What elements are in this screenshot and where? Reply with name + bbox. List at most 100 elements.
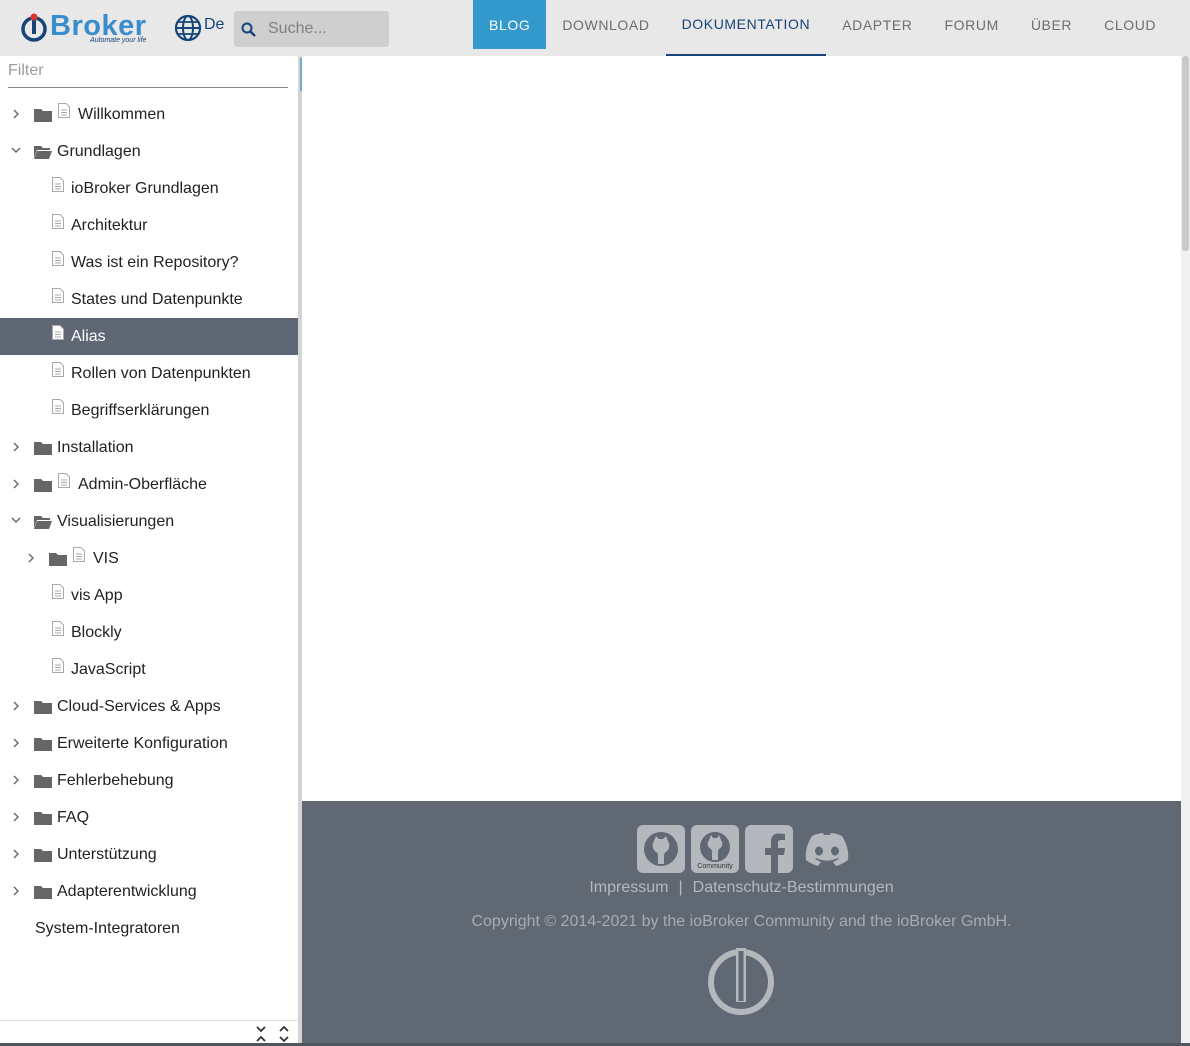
search-input[interactable] — [268, 11, 386, 47]
tree-item-label: Installation — [57, 439, 134, 456]
chevron-right-icon — [28, 553, 34, 563]
document-icon — [52, 362, 64, 377]
tree-item-label: Admin-Oberfläche — [78, 476, 207, 493]
tree-item-system-integratoren[interactable]: System-Integratoren — [0, 910, 298, 947]
filter-box — [8, 56, 288, 88]
document-icon — [52, 251, 64, 266]
search-icon — [241, 22, 256, 37]
search-box[interactable] — [234, 11, 389, 47]
nav-blog[interactable]: BLOG — [473, 0, 547, 49]
nav-forum[interactable]: FORUM — [929, 0, 1015, 49]
nav-dokumentation[interactable]: DOKUMENTATION — [665, 0, 827, 56]
tree-item-label: Willkommen — [78, 106, 166, 123]
tree-item-visualisierungen[interactable]: Visualisierungen — [0, 503, 298, 540]
document-icon — [52, 177, 64, 192]
tree-item-label: Adapterentwicklung — [57, 883, 197, 900]
folder-icon — [34, 442, 52, 455]
tree-item-label: vis App — [71, 587, 123, 604]
doc-content-area — [302, 56, 1181, 801]
document-icon — [52, 584, 64, 599]
tree-item-faq[interactable]: FAQ — [0, 799, 298, 836]
social-links: Community — [637, 824, 849, 874]
tree-item-admin-oberflaeche[interactable]: Admin-Oberfläche — [0, 466, 298, 503]
nav-download[interactable]: DOWNLOAD — [546, 0, 665, 49]
tree-item-cloud-services[interactable]: Cloud-Services & Apps — [0, 688, 298, 725]
nav-adapter[interactable]: ADAPTER — [826, 0, 928, 49]
language-switcher[interactable]: De — [174, 14, 224, 42]
language-label: De — [204, 16, 225, 33]
tree-item-label: Erweiterte Konfiguration — [57, 735, 228, 752]
tree-item-label: Alias — [71, 328, 106, 345]
github-link[interactable] — [637, 824, 685, 874]
power-icon — [21, 13, 47, 42]
top-header: Broker Automate your life De BLOG DOWNLO… — [0, 0, 1190, 56]
docs-sidebar: Willkommen Grundlagen ioBroker Grundlage… — [0, 56, 298, 1046]
logo-tagline: Automate your life — [90, 37, 147, 44]
tree-item-label: VIS — [93, 550, 119, 567]
chevron-right-icon — [13, 701, 19, 711]
tree-item-label: Was ist ein Repository? — [71, 254, 239, 271]
tree-item-alias[interactable]: Alias — [0, 318, 298, 355]
tree-item-label: Grundlagen — [57, 143, 141, 160]
folder-icon — [34, 812, 52, 825]
docs-tree: Willkommen Grundlagen ioBroker Grundlage… — [0, 96, 298, 947]
tree-item-rollen[interactable]: Rollen von Datenpunkten — [0, 355, 298, 392]
copyright-text: Copyright © 2014-2021 by the ioBroker Co… — [471, 913, 1012, 930]
page-footer: Community Impressum | Datenschutz-Bestimmu… — [302, 801, 1181, 1043]
tree-item-fehlerbehebung[interactable]: Fehlerbehebung — [0, 762, 298, 799]
document-icon — [73, 547, 85, 562]
tree-item-unterstuetzung[interactable]: Unterstützung — [0, 836, 298, 873]
github-community-link[interactable]: Community — [691, 824, 739, 874]
tree-item-states-datenpunkte[interactable]: States und Datenpunkte — [0, 281, 298, 318]
tree-item-blockly[interactable]: Blockly — [0, 614, 298, 651]
chevron-right-icon — [13, 109, 19, 119]
tree-item-vis-app[interactable]: vis App — [0, 577, 298, 614]
facebook-link[interactable] — [745, 824, 793, 874]
impressum-link[interactable]: Impressum — [589, 879, 668, 896]
tree-item-iobroker-grundlagen[interactable]: ioBroker Grundlagen — [0, 170, 298, 207]
tree-item-erweiterte-konfiguration[interactable]: Erweiterte Konfiguration — [0, 725, 298, 762]
page-scrollbar-thumb[interactable] — [1182, 56, 1189, 251]
datenschutz-link[interactable]: Datenschutz-Bestimmungen — [693, 879, 894, 896]
tree-item-adapterentwicklung[interactable]: Adapterentwicklung — [0, 873, 298, 910]
globe-icon — [174, 14, 202, 42]
tree-item-repository[interactable]: Was ist ein Repository? — [0, 244, 298, 281]
tree-item-installation[interactable]: Installation — [0, 429, 298, 466]
legal-links: Impressum | Datenschutz-Bestimmungen — [302, 879, 1181, 897]
tree-item-label: Cloud-Services & Apps — [57, 698, 221, 715]
tree-item-label: ioBroker Grundlagen — [71, 180, 219, 197]
nav-cloud[interactable]: CLOUD — [1088, 0, 1172, 49]
discord-icon — [805, 833, 849, 866]
tree-item-begriffserklaerungen[interactable]: Begriffserklärungen — [0, 392, 298, 429]
tree-item-grundlagen[interactable]: Grundlagen — [0, 133, 298, 170]
chevron-right-icon — [13, 886, 19, 896]
discord-link[interactable] — [799, 824, 849, 874]
document-icon — [58, 473, 70, 488]
tree-item-javascript[interactable]: JavaScript — [0, 651, 298, 688]
tree-item-label: JavaScript — [71, 661, 146, 678]
chevron-right-icon — [13, 442, 19, 452]
tree-item-architektur[interactable]: Architektur — [0, 207, 298, 244]
collapse-all-icon[interactable] — [278, 1025, 290, 1043]
document-icon — [58, 103, 70, 118]
expand-all-icon[interactable] — [255, 1025, 267, 1043]
folder-icon — [34, 109, 52, 122]
folder-icon — [34, 479, 52, 492]
tree-item-label: Begriffserklärungen — [71, 402, 210, 419]
iobroker-logo[interactable]: Broker Automate your life — [20, 10, 160, 46]
tree-item-label: FAQ — [57, 809, 90, 826]
facebook-icon — [745, 825, 793, 873]
filter-input[interactable] — [8, 56, 288, 86]
chevron-down-icon — [11, 517, 21, 523]
tree-item-willkommen[interactable]: Willkommen — [0, 96, 298, 133]
folder-icon — [34, 738, 52, 751]
nav-ueber[interactable]: ÜBER — [1015, 0, 1088, 49]
document-icon — [52, 621, 64, 636]
document-icon — [52, 325, 64, 340]
tree-item-label: Blockly — [71, 624, 122, 641]
folder-icon — [49, 553, 67, 566]
chevron-right-icon — [13, 479, 19, 489]
document-icon — [52, 214, 64, 229]
chevron-right-icon — [13, 738, 19, 748]
tree-item-vis[interactable]: VIS — [0, 540, 298, 577]
